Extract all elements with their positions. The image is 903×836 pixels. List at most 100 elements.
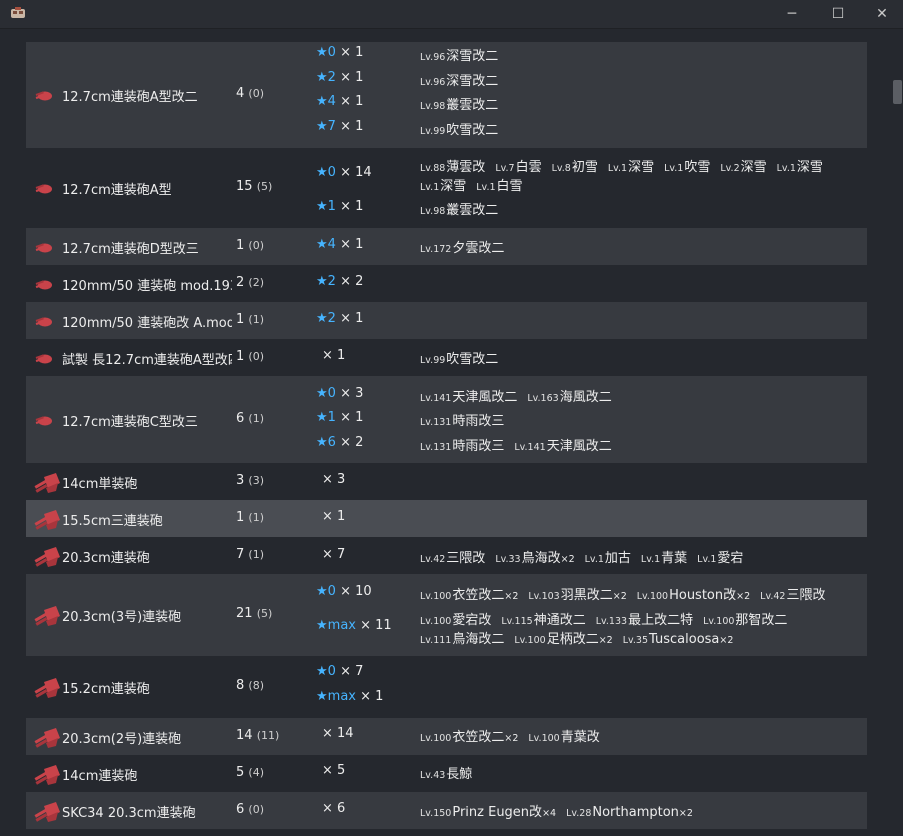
ship-entry: Lv.42三隈改 xyxy=(420,551,485,566)
equipment-row[interactable]: 20.3cm連装砲 7 (1) × 7 Lv.42三隈改 Lv.33鳥海改×2 Lv.1加… xyxy=(26,537,867,574)
level-count: × 1 xyxy=(322,509,346,524)
total-count: 8 xyxy=(236,678,249,693)
scrollbar-track[interactable] xyxy=(890,29,903,836)
equipment-row[interactable]: 14cm連装砲 5 (4) × 5 Lv.43長鯨 xyxy=(26,755,867,792)
total-count: 21 xyxy=(236,606,257,621)
remaining-count: (0) xyxy=(248,238,264,252)
ship-name: 青葉改 xyxy=(560,730,600,745)
star-level: ★0 xyxy=(316,165,341,180)
improvement-level: ★2 × 1 xyxy=(316,70,363,85)
equipped-ships: Lv.172夕雲改二 xyxy=(420,237,504,256)
remaining-count: (2) xyxy=(248,275,264,289)
star-level: ★7 xyxy=(316,119,341,134)
ship-level: Lv.131 xyxy=(420,442,452,453)
ship-level: Lv.7 xyxy=(495,163,515,174)
equipment-count: 14 (11) xyxy=(236,728,279,743)
equipped-ships: Lv.150Prinz Eugen改×4 Lv.28Northampton×2 xyxy=(420,801,693,820)
improvement-level: × 1 xyxy=(322,509,345,524)
equipped-ships: Lv.99吹雪改二 xyxy=(420,348,498,367)
equipment-name: 15.2cm連装砲 xyxy=(62,682,150,697)
improvement-level: ★4 × 1 xyxy=(316,237,363,252)
ship-entry: Lv.1深雪 xyxy=(608,160,654,175)
ship-level: Lv.96 xyxy=(420,77,446,88)
improvement-level: ★4 × 1 xyxy=(316,94,363,109)
total-count: 4 xyxy=(236,86,249,101)
equipment-name: 12.7cm連装砲A型 xyxy=(62,183,172,198)
ship-level: Lv.141 xyxy=(420,393,452,404)
equipment-row[interactable]: 12.7cm連装砲D型改三 1 (0) ★4 × 1 Lv.172夕雲改二 xyxy=(26,228,867,265)
equipment-row[interactable]: 12.7cm連装砲C型改三 6 (1) ★0 × 3 Lv.141天津風改二 Lv.16… xyxy=(26,376,867,463)
equipment-row[interactable]: 20.3cm(3号)連装砲 21 (5) ★0 × 10 Lv.100衣笠改二×2 Lv… xyxy=(26,574,867,656)
equipment-name: 120mm/50 連装砲改 A.mod… xyxy=(62,315,232,331)
ship-entry: Lv.131時雨改三 xyxy=(420,414,504,429)
equipment-name: 20.3cm(3号)連装砲 xyxy=(62,610,182,625)
total-count: 1 xyxy=(236,509,249,525)
equipment-row[interactable]: 120mm/50 連装砲改 A.mod… 1 (1) ★2 × 1 xyxy=(26,302,867,339)
ship-equip-count: ×2 xyxy=(504,733,519,744)
equipment-row[interactable]: 15.2cm連装砲 8 (8) ★0 × 7 ★max × 1 xyxy=(26,656,867,718)
ship-name: 青葉 xyxy=(661,551,688,566)
ship-level: Lv.100 xyxy=(514,635,546,646)
ship-name: 愛宕改 xyxy=(452,613,492,628)
close-button[interactable]: ✕ xyxy=(859,0,903,28)
equipment-row[interactable]: 試製 長12.7cm連装砲A型改四 1 (0) × 1 Lv.99吹雪改二 xyxy=(26,339,867,376)
ship-level: Lv.1 xyxy=(776,163,796,174)
equipped-ships: Lv.141天津風改二 Lv.163海風改二 xyxy=(420,386,612,405)
equipment-row[interactable]: SKC34 20.3cm連装砲 6 (0) × 6 Lv.150Prinz Eugen… xyxy=(26,792,867,829)
ship-name: 鳥海改二 xyxy=(452,632,505,647)
ship-name: 薄雲改 xyxy=(446,160,486,175)
ship-name: 深雪 xyxy=(740,160,767,175)
level-count: × 14 xyxy=(340,165,372,180)
ship-level: Lv.100 xyxy=(420,616,452,627)
ship-level: Lv.1 xyxy=(607,163,628,174)
ship-name: 衣笠改二 xyxy=(452,588,505,603)
equipment-row[interactable]: 12.7cm連装砲A型改二 4 (0) ★0 × 1 Lv.96深雪改二 ★2 × 1L… xyxy=(26,42,867,148)
scrollbar-thumb[interactable] xyxy=(893,80,902,104)
star-level: ★4 xyxy=(316,237,341,252)
ship-name: 天津風改二 xyxy=(452,390,518,405)
improvement-level: ★0 × 7 xyxy=(316,664,363,679)
equipment-name: 20.3cm(2号)連装砲 xyxy=(62,731,182,747)
ship-level: Lv.28 xyxy=(566,808,592,819)
improvement-level: ★2 × 2 xyxy=(316,274,363,289)
star-level: ★0 xyxy=(316,584,341,599)
ship-entry: Lv.99吹雪改二 xyxy=(420,352,498,367)
equipment-name: SKC34 20.3cm連装砲 xyxy=(62,805,196,821)
improvement-level: ★6 × 2 xyxy=(316,435,363,450)
ship-entry: Lv.1吹雪 xyxy=(664,160,710,175)
remaining-count: (1) xyxy=(248,312,264,326)
ship-level: Lv.88 xyxy=(420,163,446,174)
equipment-row[interactable]: 15.5cm三連装砲 1 (1) × 1 xyxy=(26,500,867,537)
ship-level: Lv.8 xyxy=(551,163,571,174)
equipped-ships: Lv.96深雪改二 xyxy=(420,70,498,89)
ship-level: Lv.42 xyxy=(420,554,446,565)
ship-equip-count: ×2 xyxy=(612,591,627,602)
ship-name: 愛宕 xyxy=(717,551,744,566)
equipment-name: 試製 長12.7cm連装砲A型改四 xyxy=(62,352,232,368)
ship-level: Lv.43 xyxy=(420,770,446,781)
equipment-row[interactable]: 14cm単装砲 3 (3) × 3 xyxy=(26,463,867,500)
ship-level: Lv.131 xyxy=(420,417,452,428)
remaining-count: (0) xyxy=(248,87,264,100)
equipped-ships: Lv.88薄雲改 Lv.7白雲 Lv.8初雪 Lv.1深雪 Lv.1吹雪 Lv.2深雪 Lv… xyxy=(420,156,823,175)
equipment-count: 21 (5) xyxy=(236,606,272,621)
minimize-button[interactable]: ─ xyxy=(769,0,815,28)
ship-equip-count: ×2 xyxy=(598,635,613,646)
maximize-button[interactable]: ☐ xyxy=(815,0,861,28)
ship-equip-count: ×4 xyxy=(542,808,557,819)
ship-entry: Lv.100Houston改×2 xyxy=(637,588,750,603)
ship-entry: Lv.111鳥海改二 xyxy=(420,632,504,647)
ship-name: 深雪 xyxy=(628,160,655,175)
ship-entry: Lv.1青葉 xyxy=(641,551,687,566)
equipment-row[interactable]: 12.7cm連装砲A型 15 (5) ★0 × 14 Lv.88薄雲改 Lv.7白雲 Lv… xyxy=(26,148,867,228)
total-count: 14 xyxy=(236,727,257,743)
main-gun-icon xyxy=(34,606,60,626)
equipment-row[interactable]: 20.3cm(2号)連装砲 14 (11) × 14 Lv.100衣笠改二×2 Lv.1… xyxy=(26,718,867,755)
ship-entry: Lv.96深雪改二 xyxy=(420,49,498,64)
ship-level: Lv.98 xyxy=(420,206,446,217)
main-gun-icon xyxy=(34,472,60,493)
ship-name: 足柄改二 xyxy=(546,632,599,647)
equipment-row[interactable]: 120mm/50 連装砲 mod.1936 2 (2) ★2 × 2 xyxy=(26,265,867,302)
star-level: ★max xyxy=(316,689,361,704)
ship-name: 時雨改三 xyxy=(452,414,505,429)
